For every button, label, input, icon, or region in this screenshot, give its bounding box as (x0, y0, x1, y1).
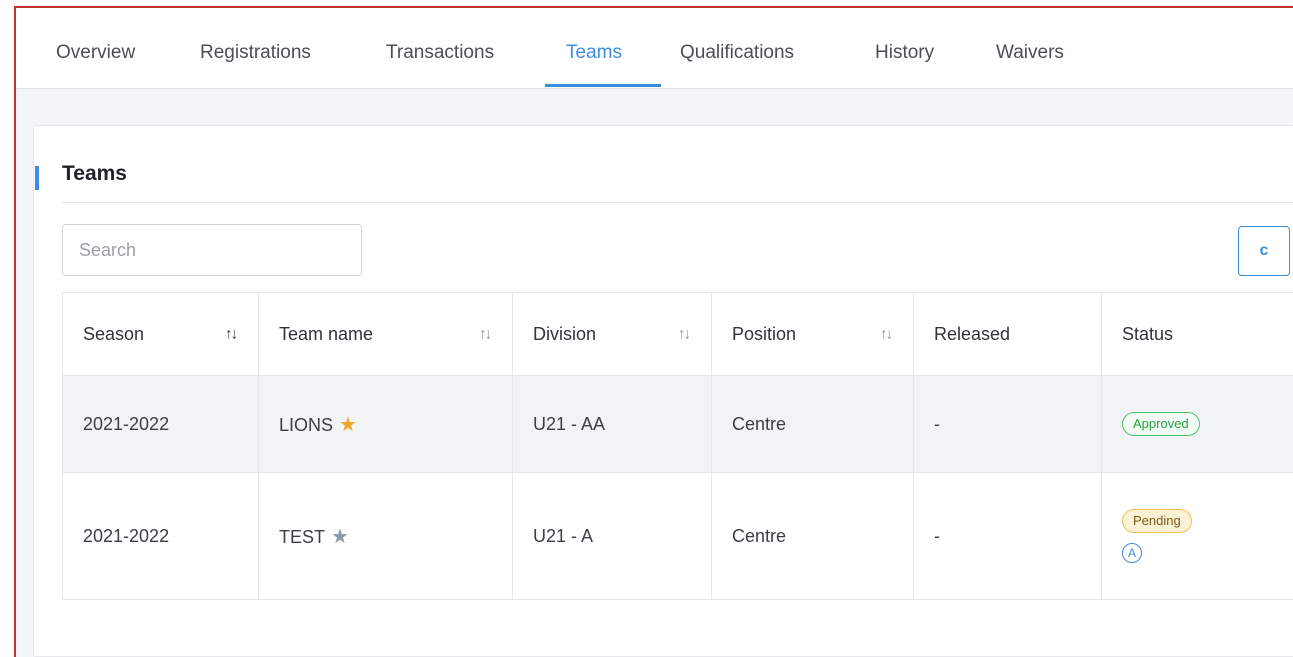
column-header-label: Released (934, 323, 1011, 344)
section-divider (62, 202, 1293, 203)
status-badge: Pending (1122, 509, 1192, 533)
cell-season: 2021-2022 (62, 375, 259, 473)
tab-registrations[interactable]: Registrations (200, 42, 311, 64)
tab-history[interactable]: History (875, 42, 934, 64)
column-header-season[interactable]: Season ↑↓ (62, 292, 259, 376)
sort-arrows-icon[interactable]: ↑↓ (880, 326, 893, 343)
tab-teams[interactable]: Teams (566, 42, 622, 64)
cell-position: Centre (711, 375, 914, 473)
column-header-released: Released (913, 292, 1102, 376)
column-header-position[interactable]: Position ↑↓ (711, 292, 914, 376)
cell-division: U21 - AA (512, 375, 712, 473)
section-title-accent (35, 166, 39, 190)
column-header-label: Position (732, 323, 797, 344)
page-frame: Overview Registrations Transactions Team… (14, 6, 1293, 657)
cell-division: U21 - A (512, 472, 712, 600)
column-header-status: Status (1101, 292, 1293, 376)
team-name[interactable]: LIONS (279, 415, 333, 435)
column-header-division[interactable]: Division ↑↓ (512, 292, 712, 376)
teams-card: Teams c Season ↑↓ Team name ↑↓ Divi (33, 125, 1293, 657)
tab-overview[interactable]: Overview (56, 42, 135, 64)
cell-released: - (913, 472, 1102, 600)
teams-table: Season ↑↓ Team name ↑↓ Division ↑↓ Posit… (62, 292, 1293, 600)
search-input[interactable] (62, 224, 362, 276)
team-name[interactable]: TEST (279, 527, 325, 547)
sort-arrows-icon[interactable]: ↑↓ (678, 326, 691, 343)
column-header-label: Division (533, 323, 597, 344)
table-header-row: Season ↑↓ Team name ↑↓ Division ↑↓ Posit… (62, 292, 1293, 376)
assistant-badge-icon[interactable]: A (1122, 543, 1142, 563)
cell-status: Pending A (1101, 472, 1293, 600)
cell-team-name: LIONS ★ (258, 375, 513, 473)
section-title: Teams (62, 162, 127, 185)
sort-arrows-icon[interactable]: ↑↓ (225, 326, 238, 343)
cell-released: - (913, 375, 1102, 473)
cell-team-name: TEST ★ (258, 472, 513, 600)
column-header-label: Team name (279, 323, 374, 344)
tab-transactions[interactable]: Transactions (386, 42, 494, 64)
table-row[interactable]: 2021-2022 TEST ★ U21 - A Centre - Pending… (62, 472, 1293, 600)
column-header-team-name[interactable]: Team name ↑↓ (258, 292, 513, 376)
active-tab-indicator (545, 84, 661, 87)
sort-arrows-icon[interactable]: ↑↓ (479, 326, 492, 343)
refresh-button[interactable]: c (1238, 226, 1290, 276)
column-header-label: Status (1122, 323, 1174, 344)
tab-waivers[interactable]: Waivers (996, 42, 1064, 64)
tab-bar: Overview Registrations Transactions Team… (16, 8, 1293, 89)
star-icon[interactable]: ★ (331, 526, 349, 548)
cell-status: Approved (1101, 375, 1293, 473)
tab-qualifications[interactable]: Qualifications (680, 42, 794, 64)
refresh-icon: c (1259, 242, 1269, 259)
cell-position: Centre (711, 472, 914, 600)
cell-season: 2021-2022 (62, 472, 259, 600)
table-row[interactable]: 2021-2022 LIONS ★ U21 - AA Centre - Appro… (62, 375, 1293, 473)
star-icon[interactable]: ★ (339, 414, 357, 436)
status-badge: Approved (1122, 412, 1200, 436)
column-header-label: Season (83, 323, 145, 344)
